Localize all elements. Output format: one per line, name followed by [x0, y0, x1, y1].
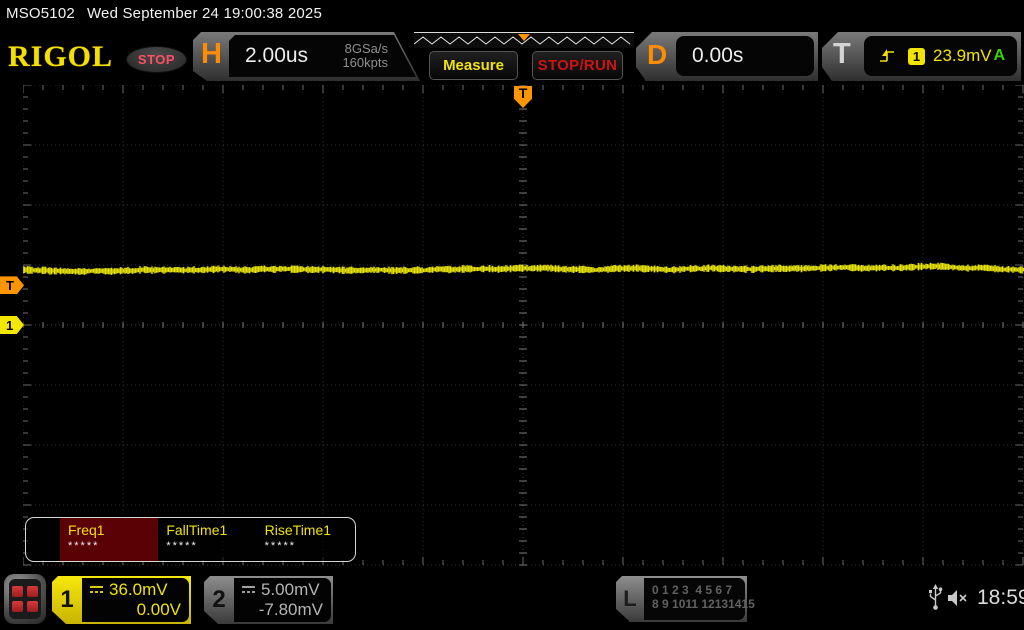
- delay-inner: 0.00s: [676, 36, 814, 76]
- trigger-source-badge: 1: [908, 48, 925, 65]
- trigger-inner: 1 23.9mV A: [864, 36, 1017, 76]
- measurement-falltime1[interactable]: FallTime1 *****: [158, 518, 256, 561]
- sample-rate: 8GSa/s: [344, 41, 388, 56]
- red-square: [12, 586, 23, 597]
- horizontal-h-icon: H: [201, 38, 222, 70]
- channel2-scale: 5.00mV: [261, 580, 320, 599]
- channel1-ground-marker[interactable]: 1: [0, 316, 24, 334]
- measurement-label: Freq1: [68, 522, 105, 538]
- acquisition-info: 8GSa/s 160kpts: [342, 42, 388, 70]
- usb-icon: [929, 584, 943, 610]
- measurement-risetime1[interactable]: RiseTime1 *****: [257, 518, 355, 561]
- run-state-badge: STOP: [126, 46, 187, 73]
- dc-coupling-icon: [90, 586, 103, 593]
- window-position-marker[interactable]: [518, 34, 530, 41]
- channel2-panel[interactable]: 2 5.00mV -7.80mV: [204, 576, 333, 624]
- oscilloscope-screen: MSO5102 Wed September 24 19:00:38 2025 RI…: [0, 0, 1024, 630]
- dc-coupling-icon: [242, 586, 255, 593]
- measurement-label: RiseTime1: [264, 522, 332, 538]
- channel1-scale: 36.0mV: [109, 580, 168, 599]
- model-label: MSO5102: [6, 5, 75, 22]
- logic-row-1: 0 1 2 3 4 5 6 7: [652, 583, 733, 597]
- grid-squares-icon: [9, 579, 41, 619]
- window-layout-button[interactable]: [4, 574, 46, 624]
- trigger-level-marker[interactable]: T: [0, 276, 24, 295]
- stop-run-button[interactable]: STOP/RUN: [532, 51, 623, 80]
- logic-label: L: [623, 586, 637, 611]
- logic-analyzer-panel[interactable]: L 0 1 2 3 4 5 6 7 8 9 1011 12131415: [616, 576, 755, 622]
- speaker-muted-icon: [948, 590, 967, 606]
- trigger-t-icon: T: [833, 38, 851, 70]
- memory-position-strip[interactable]: [414, 32, 634, 48]
- clock-label: 18:59: [977, 586, 1024, 609]
- measurement-label: FallTime1: [166, 522, 228, 538]
- logic-channels: 0 1 2 3 4 5 6 7 8 9 1011 12131415: [644, 578, 755, 620]
- measurement-value: *****: [166, 540, 198, 552]
- memory-depth: 160kpts: [342, 55, 388, 70]
- red-square: [27, 586, 38, 597]
- horizontal-inner: 2.00us 8GSa/s 160kpts: [229, 35, 416, 77]
- channel1-panel[interactable]: 1 36.0mV 0.00V: [52, 576, 191, 624]
- channel1-offset: 0.00V: [136, 600, 181, 619]
- measurement-value: *****: [68, 540, 100, 552]
- channel2-number: 2: [212, 586, 226, 613]
- measurement-freq1[interactable]: Freq1 *****: [60, 518, 159, 561]
- datetime-label: Wed September 24 19:00:38 2025: [86, 5, 322, 22]
- rising-edge-icon: [878, 47, 896, 65]
- channel1-number: 1: [60, 586, 74, 613]
- trigger-panel[interactable]: T 1 23.9mV A: [822, 32, 1021, 81]
- waveform-graticule: [23, 85, 1024, 566]
- red-square: [27, 601, 38, 612]
- channel2-values: 5.00mV -7.80mV: [234, 578, 331, 622]
- status-bar: MSO5102 Wed September 24 19:00:38 2025: [6, 5, 322, 22]
- channel2-offset: -7.80mV: [258, 600, 323, 619]
- delay-panel[interactable]: D 0.00s: [636, 32, 818, 81]
- rigol-logo: RIGOL: [8, 40, 114, 73]
- delay-value: 0.00s: [692, 44, 744, 67]
- delay-d-icon: D: [647, 39, 668, 70]
- measurement-value: *****: [264, 540, 297, 552]
- trigger-mode: A: [993, 47, 1005, 64]
- measure-button[interactable]: Measure: [429, 51, 518, 80]
- measurement-panel[interactable]: Freq1 ***** FallTime1 ***** RiseTime1 **…: [25, 517, 356, 562]
- red-square: [12, 601, 23, 612]
- timebase-value: 2.00us: [245, 44, 309, 67]
- horizontal-panel[interactable]: H 2.00us 8GSa/s 160kpts: [193, 32, 420, 81]
- channel1-values: 36.0mV 0.00V: [82, 578, 189, 622]
- trigger-level-value: 23.9mV: [933, 46, 992, 65]
- logic-row-2: 8 9 1011 12131415: [652, 597, 755, 611]
